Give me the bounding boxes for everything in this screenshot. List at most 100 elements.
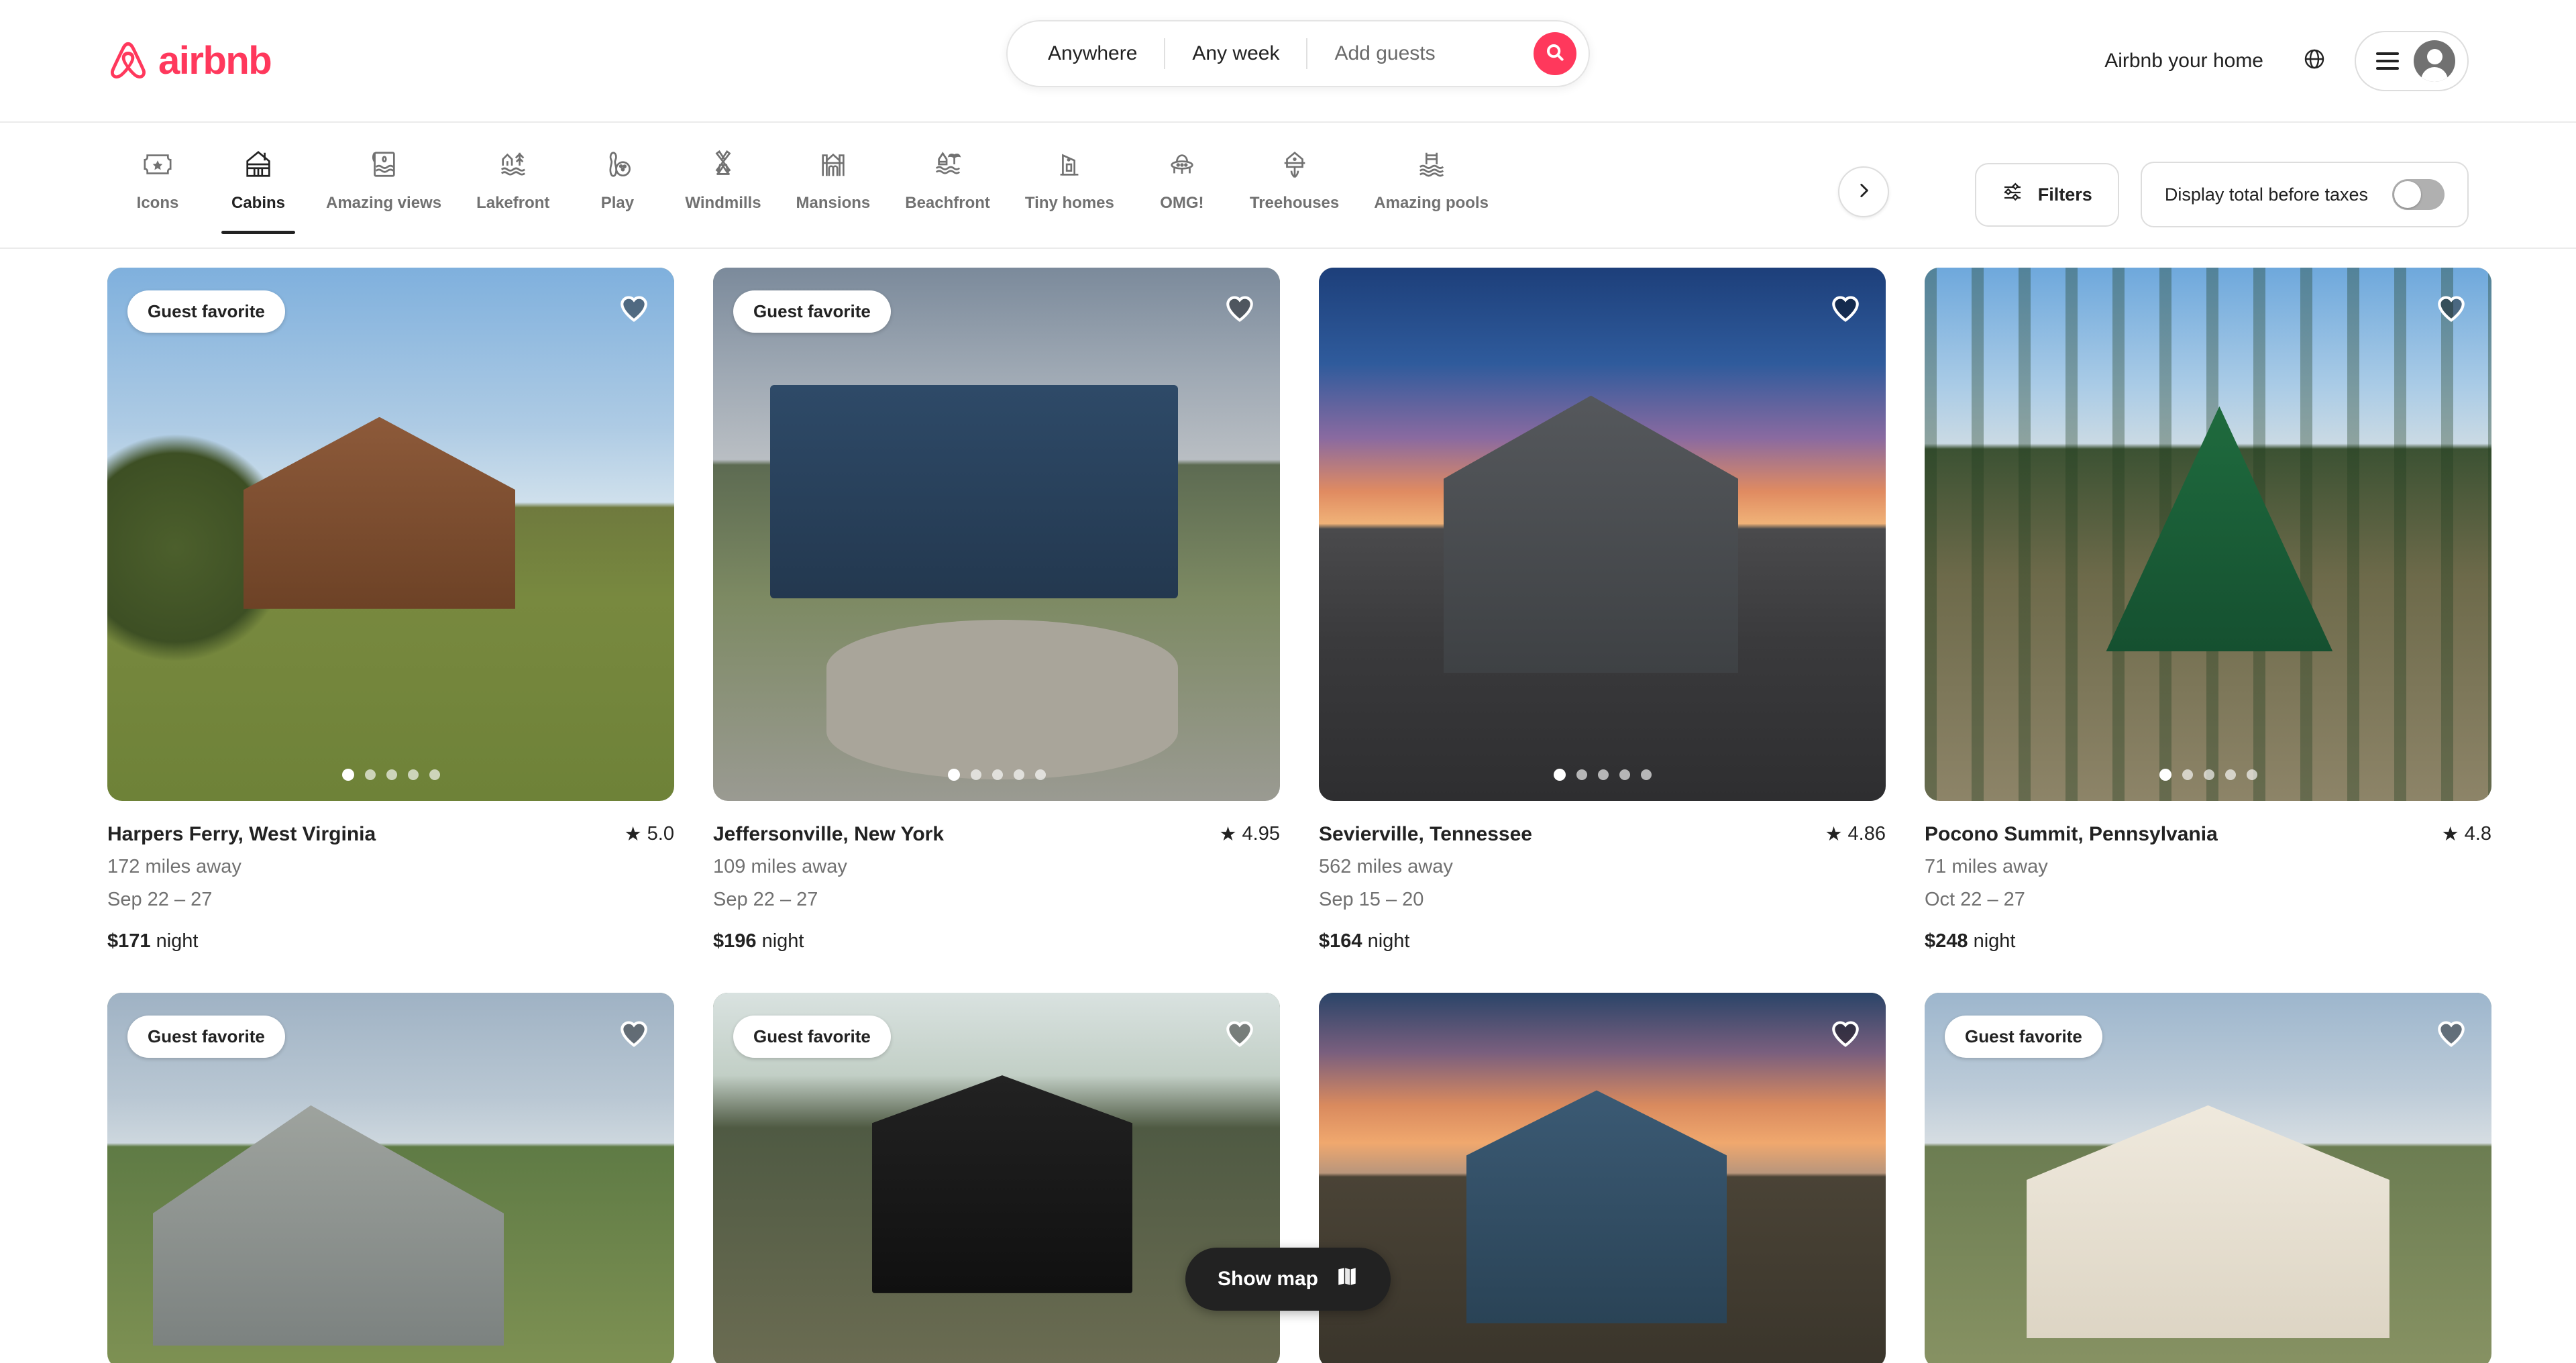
category-item-icons[interactable]: Icons bbox=[107, 136, 208, 234]
category-label: Beachfront bbox=[905, 195, 990, 211]
chevron-right-icon bbox=[1855, 182, 1872, 203]
carousel-dot[interactable] bbox=[1035, 769, 1046, 780]
carousel-dot[interactable] bbox=[1641, 769, 1652, 780]
language-globe-button[interactable] bbox=[2289, 36, 2340, 87]
carousel-dot[interactable] bbox=[1598, 769, 1609, 780]
listing-card[interactable]: Guest favorite Harpers Ferry, West Virgi… bbox=[107, 268, 674, 952]
listing-card[interactable]: Guest favorite bbox=[1925, 993, 2491, 1363]
carousel-dot[interactable] bbox=[386, 769, 397, 780]
carousel-dot[interactable] bbox=[1014, 769, 1024, 780]
map-icon bbox=[1336, 1265, 1358, 1293]
star-icon: ★ bbox=[1220, 822, 1237, 846]
carousel-dot[interactable] bbox=[2159, 769, 2171, 781]
listing-photo-image bbox=[1319, 993, 1886, 1363]
photo-carousel-dots[interactable] bbox=[1319, 769, 1886, 781]
listing-photo[interactable]: Guest favorite bbox=[713, 268, 1280, 801]
listing-details: Jeffersonville, New York ★ 4.95 109 mile… bbox=[713, 801, 1280, 952]
listing-rating: ★ 4.95 bbox=[1220, 822, 1280, 846]
search-guests-field[interactable]: Add guests bbox=[1307, 42, 1462, 65]
carousel-dot[interactable] bbox=[2225, 769, 2236, 780]
category-item-treehouses[interactable]: Treehouses bbox=[1232, 136, 1356, 234]
price-amount: $164 bbox=[1319, 930, 1362, 952]
search-icon bbox=[1545, 42, 1565, 66]
favorite-heart-icon[interactable] bbox=[1828, 1016, 1863, 1050]
category-next-button[interactable] bbox=[1838, 166, 1889, 217]
filters-label: Filters bbox=[2038, 184, 2092, 205]
search-dates-field[interactable]: Any week bbox=[1165, 42, 1306, 65]
guest-favorite-badge: Guest favorite bbox=[733, 1016, 891, 1058]
airbnb-logo[interactable]: airbnb bbox=[107, 39, 271, 83]
search-location-field[interactable]: Anywhere bbox=[1008, 42, 1164, 65]
photo-carousel-dots[interactable] bbox=[107, 769, 674, 781]
carousel-dot[interactable] bbox=[971, 769, 981, 780]
search-submit-button[interactable] bbox=[1534, 32, 1576, 75]
listing-card[interactable]: Sevierville, Tennessee ★ 4.86 562 miles … bbox=[1319, 268, 1886, 952]
carousel-dot[interactable] bbox=[2182, 769, 2193, 780]
category-label: Amazing pools bbox=[1374, 195, 1489, 211]
display-total-before-taxes-toggle[interactable]: Display total before taxes bbox=[2141, 162, 2469, 227]
category-scroller[interactable]: Icons Cabins Amazi bbox=[107, 123, 1959, 248]
listing-photo[interactable] bbox=[1319, 268, 1886, 801]
listing-card[interactable] bbox=[1319, 993, 1886, 1363]
listing-photo[interactable]: Guest favorite bbox=[1925, 993, 2491, 1363]
carousel-dot[interactable] bbox=[948, 769, 960, 781]
photo-carousel-dots[interactable] bbox=[1925, 769, 2491, 781]
airbnb-your-home-link[interactable]: Airbnb your home bbox=[2086, 34, 2282, 89]
taxes-toggle-switch[interactable] bbox=[2392, 179, 2445, 210]
carousel-dot[interactable] bbox=[2247, 769, 2257, 780]
category-item-omg[interactable]: OMG! bbox=[1132, 136, 1232, 234]
listing-photo[interactable] bbox=[1319, 993, 1886, 1363]
search-bar[interactable]: Anywhere Any week Add guests bbox=[1006, 20, 1590, 87]
favorite-heart-icon[interactable] bbox=[2434, 1016, 2469, 1050]
listing-photo-image bbox=[107, 268, 674, 801]
carousel-dot[interactable] bbox=[408, 769, 419, 780]
listing-title: Pocono Summit, Pennsylvania bbox=[1925, 823, 2218, 847]
carousel-dot[interactable] bbox=[429, 769, 440, 780]
guest-favorite-badge: Guest favorite bbox=[733, 290, 891, 333]
listing-rating: ★ 4.8 bbox=[2442, 822, 2491, 846]
favorite-heart-icon[interactable] bbox=[2434, 290, 2469, 325]
rating-value: 5.0 bbox=[647, 823, 674, 845]
category-item-cabins[interactable]: Cabins bbox=[208, 136, 309, 234]
category-item-amazing-pools[interactable]: Amazing pools bbox=[1356, 136, 1506, 234]
listing-card[interactable]: Pocono Summit, Pennsylvania ★ 4.8 71 mil… bbox=[1925, 268, 2491, 952]
carousel-dot[interactable] bbox=[342, 769, 354, 781]
carousel-dot[interactable] bbox=[992, 769, 1003, 780]
listing-card[interactable]: Guest favorite bbox=[107, 993, 674, 1363]
favorite-heart-icon[interactable] bbox=[616, 290, 651, 325]
user-profile-menu[interactable] bbox=[2355, 31, 2469, 91]
listing-card[interactable]: Guest favorite Jeffersonville, New York … bbox=[713, 268, 1280, 952]
logo-wordmark: airbnb bbox=[158, 42, 271, 80]
carousel-dot[interactable] bbox=[365, 769, 376, 780]
guest-favorite-badge: Guest favorite bbox=[127, 1016, 285, 1058]
category-item-tiny-homes[interactable]: Tiny homes bbox=[1008, 136, 1132, 234]
category-item-lakefront[interactable]: Lakefront bbox=[459, 136, 567, 234]
price-amount: $248 bbox=[1925, 930, 1968, 952]
favorite-heart-icon[interactable] bbox=[616, 1016, 651, 1050]
filters-button[interactable]: Filters bbox=[1975, 163, 2119, 227]
treehouse-icon bbox=[1279, 146, 1310, 183]
category-item-play[interactable]: Play bbox=[567, 136, 667, 234]
category-item-beachfront[interactable]: Beachfront bbox=[888, 136, 1008, 234]
photo-carousel-dots[interactable] bbox=[713, 769, 1280, 781]
category-item-windmills[interactable]: Windmills bbox=[667, 136, 778, 234]
category-item-mansions[interactable]: Mansions bbox=[779, 136, 888, 234]
listing-photo[interactable]: Guest favorite bbox=[713, 993, 1280, 1363]
listing-card[interactable]: Guest favorite bbox=[713, 993, 1280, 1363]
listing-photo[interactable]: Guest favorite bbox=[107, 993, 674, 1363]
category-label: Icons bbox=[137, 195, 179, 211]
favorite-heart-icon[interactable] bbox=[1222, 290, 1257, 325]
nav-right-controls: Filters Display total before taxes bbox=[1959, 123, 2469, 227]
show-map-button[interactable]: Show map bbox=[1185, 1248, 1391, 1311]
carousel-dot[interactable] bbox=[1576, 769, 1587, 780]
carousel-dot[interactable] bbox=[2204, 769, 2214, 780]
favorite-heart-icon[interactable] bbox=[1222, 1016, 1257, 1050]
listing-photo[interactable]: Guest favorite bbox=[107, 268, 674, 801]
category-item-amazing-views[interactable]: Amazing views bbox=[309, 136, 459, 234]
favorite-heart-icon[interactable] bbox=[1828, 290, 1863, 325]
listing-photo[interactable] bbox=[1925, 268, 2491, 801]
carousel-dot[interactable] bbox=[1619, 769, 1630, 780]
star-icon: ★ bbox=[625, 822, 642, 846]
cabin-house-icon bbox=[243, 146, 274, 183]
carousel-dot[interactable] bbox=[1554, 769, 1566, 781]
